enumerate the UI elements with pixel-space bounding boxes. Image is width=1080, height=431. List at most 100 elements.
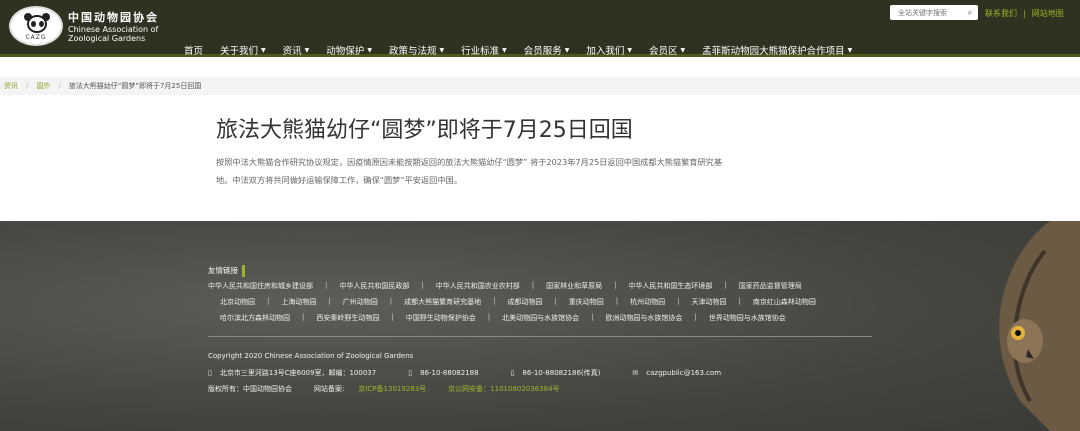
nav-item[interactable]: 资讯 ▼ [283,43,310,57]
address-text: 北京市三里河路13号C座6009室，邮编：100037 [219,369,377,377]
nav-item-label: 首页 [184,46,204,57]
breadcrumb-current: 旅法大熊猫幼仔“圆梦”即将于7月25日回国 [68,82,202,90]
site-footer: 友情链接 中华人民共和国住房和城乡建设部 | 中华人民共和国民政部 | 中华人民共和国农… [0,221,1080,431]
footer-link[interactable]: 欧洲动物园与水族馆协会 [605,313,682,323]
nav-item[interactable]: 会员区 ▼ [649,43,685,57]
footer-link[interactable]: 国家药品监督管理局 [739,281,802,291]
link-separator: | [615,297,619,305]
footer-link[interactable]: 重庆动物园 [569,297,604,307]
footer-link[interactable]: 天津动物园 [692,297,727,307]
caret-down-icon: ▼ [304,46,310,54]
footer-background [0,221,1080,431]
breadcrumb: 资讯 / 国外 / 旅法大熊猫幼仔“圆梦”即将于7月25日回国 [0,77,1080,95]
nav-item[interactable]: 孟菲斯动物园大熊猫保护合作项目 ▼ [702,43,852,57]
separator: | [1023,9,1026,18]
contact-us-link[interactable]: 联系我们 [985,9,1017,18]
nav-item-label: 会员区 [649,46,678,57]
footer-link[interactable]: 哈尔滨北方森林动物园 [220,313,290,323]
link-separator: | [421,281,424,289]
owl-image [999,221,1080,431]
caret-down-icon: ▼ [847,46,853,54]
email-link[interactable]: cazgpublic@163.com [646,369,721,377]
nav-item[interactable]: 政策与法规 ▼ [389,43,444,57]
fax-icon: ▯ [510,369,515,377]
links-row-government: 中华人民共和国住房和城乡建设部 | 中华人民共和国民政部 | 中华人民共和国农业农村部 |… [208,281,814,291]
article-paragraph: 按照中法大熊猫合作研究协议规定，因疫情原因未能按期返回的旅法大熊猫幼仔“圆梦” … [216,157,723,185]
org-name-cn: 中国动物园协会 [68,11,159,24]
nav-item-label: 动物保护 [326,46,365,57]
footer-link[interactable]: 中国野生动物保护协会 [406,313,476,323]
nav-item-label: 加入我们 [586,46,625,57]
phone-text: 86-10-88082188 [420,369,479,377]
address-item: ▯ 北京市三里河路13号C座6009室，邮编：100037 [208,368,376,378]
link-separator: | [493,297,496,305]
footer-link[interactable]: 北美动物园与水族馆协会 [502,313,579,323]
links-row-zoos: 北京动物园 | 上海动物园 | 广州动物园 | 成都大熊猫繁育研究基地 | 成都动物园 | 重庆动物… [220,297,828,307]
top-links: 联系我们 | 网站地图 [985,8,1064,19]
location-icon: ▯ [208,369,212,377]
breadcrumb-separator: / [26,82,29,90]
footer-link[interactable]: 广州动物园 [343,297,378,307]
nav-item-label: 行业标准 [461,46,500,57]
nav-item-label: 政策与法规 [388,46,437,57]
footer-link[interactable]: 中华人民共和国生态环境部 [628,281,712,291]
email-icon: ✉ [632,369,639,377]
link-separator: | [614,281,617,289]
caret-down-icon: ▼ [680,46,686,54]
police-record-link[interactable]: 京公网安备：11010802036384号 [448,384,559,394]
record-label: 网站备案: [314,385,345,393]
footer-link[interactable]: 成都大熊猫繁育研究基地 [404,297,481,307]
link-separator: | [487,313,491,321]
footer-link[interactable]: 中华人民共和国住房和城乡建设部 [208,281,313,291]
caret-down-icon: ▼ [564,46,570,54]
link-separator: | [302,313,305,321]
footer-link[interactable]: 西安秦岭野生动物园 [316,313,379,323]
panda-eye [31,21,36,27]
nav-item[interactable]: 会员服务 ▼ [524,43,570,57]
nav-item-label: 孟菲斯动物园大熊猫保护合作项目 [702,46,845,57]
org-name-en-line1: Chinese Association of [68,25,159,34]
footer-link[interactable]: 北京动物园 [220,297,255,307]
breadcrumb-separator: / [58,82,61,90]
footer-link[interactable]: 杭州动物园 [630,297,665,307]
site-header: CAZG 中国动物园协会 Chinese Association of Zool… [0,0,1080,57]
friendly-links-title: 友情链接 [208,265,245,277]
nav-item[interactable]: 动物保护 ▼ [326,43,372,57]
link-separator: | [554,297,557,305]
breadcrumb-news[interactable]: 资讯 [4,81,18,91]
link-separator: | [328,297,331,305]
main-nav: 首页 关于我们 ▼ 资讯 ▼ 动物保护 ▼ 政策与法规 ▼ 行业标准 ▼ 会员服务 ▼ 加入我们 ▼ 会员区 ▼… [184,43,869,57]
logo-text: CAZG [25,34,47,41]
cazg-logo[interactable]: CAZG [9,6,63,46]
footer-link[interactable]: 上海动物园 [281,297,316,307]
link-separator: | [591,313,594,321]
link-separator: | [391,313,394,321]
caret-down-icon: ▼ [627,46,632,54]
link-separator: | [267,297,270,305]
search-icon[interactable]: ⌕ [963,5,977,20]
org-name-en-line2: Zoological Gardens [68,34,146,43]
sitemap-link[interactable]: 网站地图 [1032,9,1064,18]
nav-item-label: 会员服务 [523,46,562,57]
nav-item[interactable]: 行业标准 ▼ [461,43,507,57]
footer-link[interactable]: 国家林业和草原局 [546,281,602,291]
footer-link[interactable]: 成都动物园 [507,297,542,307]
footer-link[interactable]: 中华人民共和国农业农村部 [436,281,520,291]
panda-head [27,15,47,33]
icp-link[interactable]: 京ICP备13019283号 [358,384,426,394]
rights-label: 版权所有：中国动物园协会 [208,385,292,393]
link-separator: | [694,313,697,321]
footer-link[interactable]: 中华人民共和国民政部 [339,281,409,291]
nav-item[interactable]: 关于我们 ▼ [220,43,266,57]
nav-item[interactable]: 首页 [184,43,203,57]
footer-link[interactable]: 世界动物园与水族馆协会 [709,313,786,323]
caret-down-icon: ▼ [261,46,266,54]
nav-item[interactable]: 加入我们 ▼ [586,43,632,57]
footer-link[interactable]: 南京红山森林动物园 [753,297,816,307]
breadcrumb-international[interactable]: 国外 [36,81,50,91]
article-title: 旅法大熊猫幼仔“圆梦”即将于7月25日回国 [216,118,633,143]
footer-divider [208,336,872,337]
phone-item: ▯ 86-10-88082188 [408,368,478,378]
link-separator: | [677,297,680,305]
copyright-text: Copyright 2020 Chinese Association of Zo… [208,352,414,360]
